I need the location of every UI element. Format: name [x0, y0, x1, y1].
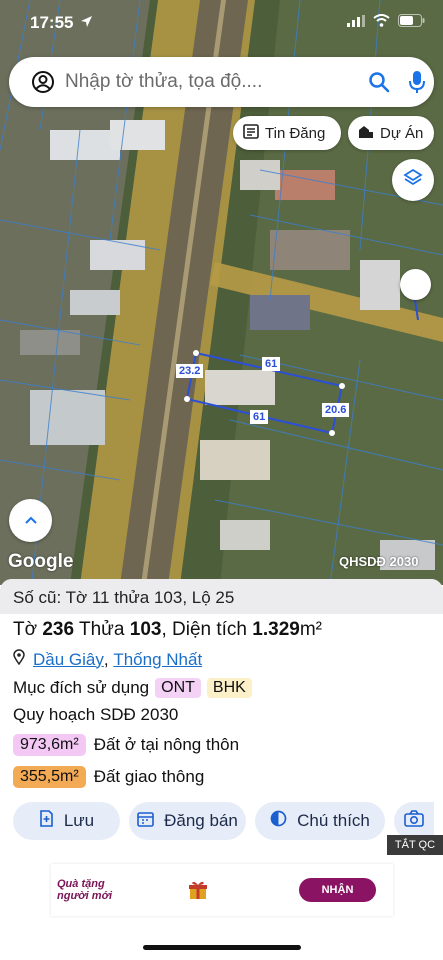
add-photo-icon — [404, 810, 424, 832]
area-word: , Diện tích — [161, 619, 253, 640]
purpose-label: Mục đích sử dụng — [13, 678, 150, 697]
title-prefix: Tờ — [13, 619, 43, 640]
layers-icon — [402, 167, 424, 194]
purpose-tag: ONT — [155, 678, 201, 698]
save-label: Lưu — [63, 811, 95, 830]
search-icon[interactable] — [367, 70, 391, 99]
news-chip[interactable]: Tin Đăng — [233, 116, 341, 150]
hide-ads-label[interactable]: TẮT QC — [387, 835, 443, 855]
google-watermark: Google — [8, 551, 74, 572]
project-chip[interactable]: Dự Án — [348, 116, 434, 150]
commune-link[interactable]: Thống Nhất — [113, 650, 202, 670]
legend-label: Chú thích — [297, 811, 370, 830]
building-icon — [358, 124, 374, 143]
account-icon[interactable] — [31, 70, 55, 99]
newspaper-icon — [243, 123, 259, 143]
planning-layer-label: QHSDĐ 2030 — [339, 554, 419, 569]
microphone-icon[interactable] — [407, 69, 427, 100]
chevron-up-icon — [24, 512, 38, 530]
calendar-icon — [137, 811, 154, 832]
ad-slogan-line: người mới — [57, 890, 113, 902]
search-bar[interactable]: Nhập tờ thửa, tọa độ.... — [9, 57, 434, 107]
plan-area-value: 355,5m² — [13, 766, 86, 788]
gift-icon — [189, 880, 207, 905]
district-link[interactable]: Dầu Giây — [33, 650, 104, 670]
parcel-dim-top: 61 — [262, 357, 281, 371]
status-bar: 17:55 — [0, 0, 443, 46]
wifi-icon — [373, 14, 390, 32]
plan-area-row: 973,6m² Đất ở tại nông thôn — [13, 734, 239, 756]
ad-slogan-line: Quà tặng — [57, 878, 105, 890]
map-pin-icon — [13, 649, 25, 670]
parcel-word: Thửa — [74, 619, 130, 640]
ad-claim-button[interactable]: NHẬN — [299, 878, 376, 902]
plan-area-value: 973,6m² — [13, 734, 86, 756]
half-circle-icon — [270, 810, 287, 832]
parcel-number: 103 — [129, 619, 162, 640]
opacity-slider-handle[interactable] — [400, 269, 431, 300]
plan-area-label: Đất giao thông — [93, 767, 205, 786]
old-parcel-info: Số cũ: Tờ 11 thửa 103, Lộ 25 — [0, 579, 443, 614]
sheet-number: 236 — [42, 619, 75, 640]
search-input[interactable]: Nhập tờ thửa, tọa độ.... — [65, 71, 262, 93]
parcel-title: Tờ 236 Thửa 103, Diện tích 1.329m² — [13, 619, 322, 641]
parcel-dim-right: 20.6 — [322, 403, 350, 417]
post-label: Đăng bán — [164, 811, 238, 830]
expand-panel-button[interactable] — [9, 499, 52, 542]
layers-button[interactable] — [392, 159, 434, 201]
location-separator: , — [103, 649, 109, 669]
ad-banner[interactable]: Quà tặng người mới NHẬN — [51, 864, 393, 916]
area-unit: m² — [299, 619, 322, 640]
parcel-location: Dầu Giây, Thống Nhất — [13, 649, 202, 670]
ad-slogan: Quà tặng người mới — [57, 878, 112, 902]
signal-icon — [347, 14, 365, 32]
location-arrow-icon — [80, 15, 93, 33]
save-button[interactable]: Lưu — [13, 802, 120, 840]
bookmark-add-icon — [39, 810, 54, 832]
land-use-purpose: Mục đích sử dụng ONT BHK — [13, 678, 252, 698]
parcel-area: 1.329 — [252, 619, 300, 640]
parcel-info-panel: Số cũ: Tờ 11 thửa 103, Lộ 25 Tờ 236 Thửa… — [0, 579, 443, 960]
action-buttons: Lưu Đăng bán Chú thích — [13, 802, 434, 840]
project-chip-label: Dự Án — [380, 124, 424, 142]
post-for-sale-button[interactable]: Đăng bán — [129, 802, 246, 840]
legend-button[interactable]: Chú thích — [255, 802, 385, 840]
plan-label: Quy hoạch SDĐ 2030 — [13, 705, 179, 724]
parcel-dim-left: 23.2 — [176, 364, 204, 378]
plan-area-label: Đất ở tại nông thôn — [93, 735, 240, 754]
purpose-tag: BHK — [206, 678, 252, 698]
home-indicator — [143, 945, 301, 950]
parcel-dim-bottom: 61 — [250, 410, 269, 424]
plan-area-row: 355,5m² Đất giao thông — [13, 766, 204, 788]
status-time: 17:55 — [30, 13, 74, 32]
battery-icon — [398, 14, 425, 32]
news-chip-label: Tin Đăng — [265, 124, 326, 142]
